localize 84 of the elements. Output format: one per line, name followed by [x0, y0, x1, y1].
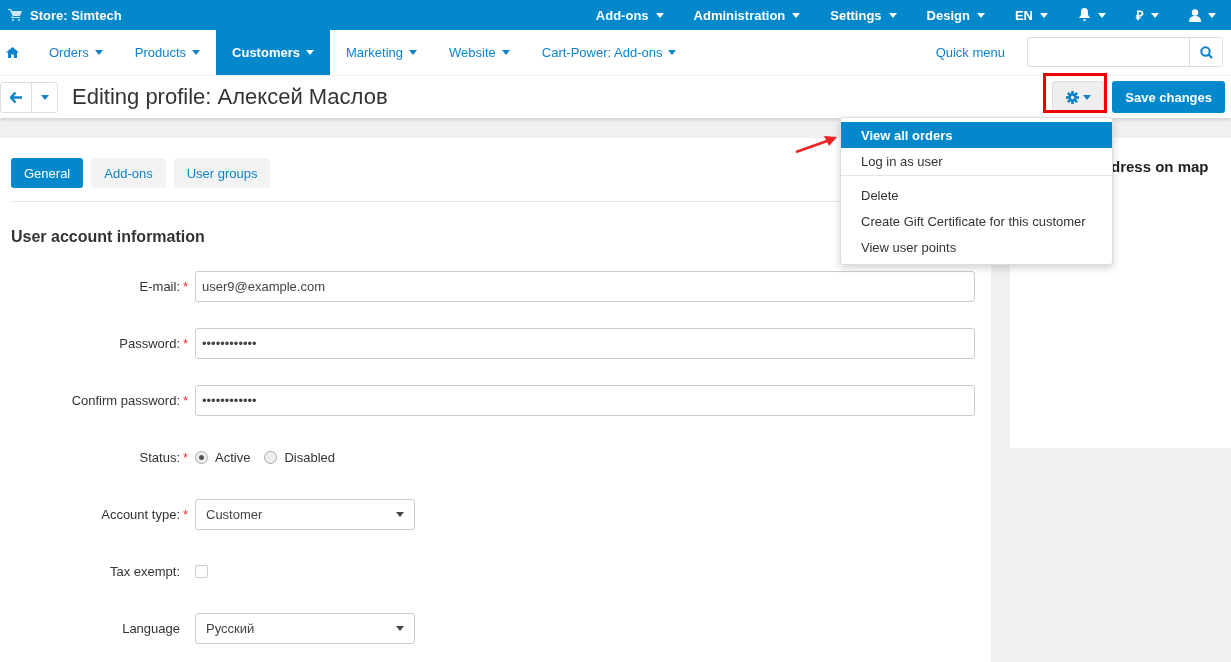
settings-icon [1065, 90, 1079, 104]
caret-icon [976, 12, 985, 18]
nav-tab[interactable]: Orders [33, 30, 119, 75]
cart-icon [8, 9, 22, 21]
menu-label: Design [926, 7, 970, 23]
radio-label: Active [215, 450, 251, 465]
caret-icon [1040, 12, 1048, 18]
text-input[interactable]: •••••••••••• [195, 328, 975, 359]
search-icon [1199, 45, 1213, 59]
tab[interactable]: User groups [173, 158, 271, 188]
store-name[interactable]: Store: Simtech [30, 7, 122, 23]
search-field[interactable] [1027, 37, 1190, 67]
highlight-frame [1043, 73, 1108, 113]
field-label: E-mail: [138, 279, 181, 294]
field-label: Language [121, 621, 181, 636]
text-input[interactable]: •••••••••••• [195, 385, 975, 416]
required-mark: * [183, 393, 189, 408]
search-button[interactable] [1190, 37, 1223, 67]
card-title: dress on map [1111, 158, 1209, 175]
select-dropdown[interactable]: Русский [195, 613, 415, 644]
menu-item[interactable]: View user points [841, 234, 1112, 260]
menu-item[interactable]: Delete [841, 175, 1112, 208]
menu-item[interactable]: Create Gift Certificate for this customer [841, 208, 1112, 234]
required-mark: * [183, 336, 189, 351]
menu-label: Administration [693, 7, 786, 23]
required-mark: * [183, 279, 189, 294]
menu-label: Add-ons [595, 7, 649, 23]
section-title: User account information [11, 228, 206, 246]
nav-tab[interactable]: Products [118, 30, 217, 75]
top-menu[interactable]: Settings [815, 0, 912, 30]
tab[interactable]: Add-ons [91, 158, 166, 188]
menu-label: Settings [830, 7, 882, 23]
caret-icon [192, 50, 201, 55]
field-label: Password: [118, 336, 181, 351]
caret-icon [396, 626, 404, 631]
field-label: Status: [138, 450, 181, 465]
caret-icon [1098, 12, 1106, 18]
home-icon[interactable] [6, 47, 19, 58]
caret-icon [1151, 12, 1159, 18]
caret-icon [501, 50, 510, 55]
top-menu[interactable]: Design [911, 0, 1000, 30]
menu-label: EN [1014, 7, 1033, 23]
field-label: Confirm password: [70, 393, 181, 408]
caret-icon [40, 94, 49, 100]
nav-tab[interactable]: Marketing [329, 30, 434, 75]
settings-button[interactable] [1052, 81, 1105, 113]
tab[interactable]: General [11, 158, 84, 188]
top-menu[interactable]: Administration [678, 0, 816, 30]
radio-button[interactable] [195, 451, 208, 464]
user-icon [1189, 8, 1201, 22]
caret-icon [888, 12, 897, 18]
checkbox[interactable] [195, 565, 208, 578]
nav-tab[interactable]: Customers [216, 30, 330, 75]
caret-icon [305, 50, 314, 55]
select-dropdown[interactable]: Customer [195, 499, 415, 530]
caret-icon [396, 512, 404, 517]
caret-icon [409, 50, 418, 55]
quick-menu-link[interactable]: Quick menu [935, 30, 1027, 75]
caret-icon [1082, 94, 1091, 100]
caret-icon [94, 50, 103, 55]
caret-icon [792, 12, 801, 18]
top-menu[interactable]: ₽ [1121, 0, 1174, 30]
bell-icon [1078, 8, 1091, 22]
radio-label: Disabled [284, 450, 335, 465]
field-label: Account type: [100, 507, 181, 522]
caret-icon [1208, 12, 1216, 18]
menu-label: ₽ [1136, 7, 1144, 24]
field-label: Tax exempt: [108, 564, 181, 579]
text-input[interactable]: user9@example.com [195, 271, 975, 302]
required-mark: * [183, 507, 189, 522]
pointer-arrow [795, 134, 839, 154]
radio-button[interactable] [264, 451, 278, 464]
caret-icon [668, 50, 677, 55]
top-menu[interactable]: EN [999, 0, 1063, 30]
nav-tab[interactable]: Cart-Power: Add-ons [525, 30, 693, 75]
menu-item[interactable]: Log in as user [841, 148, 1112, 174]
save-button[interactable]: Save changes [1112, 81, 1225, 113]
required-mark: * [183, 450, 189, 465]
top-menu[interactable]: Add-ons [580, 0, 679, 30]
nav-tab[interactable]: Website [433, 30, 526, 75]
caret-icon [655, 12, 664, 18]
page-title: Editing profile: Алексей Маслов [72, 84, 388, 110]
back-arrow-icon[interactable] [10, 91, 22, 103]
menu-item[interactable]: View all orders [841, 122, 1112, 148]
